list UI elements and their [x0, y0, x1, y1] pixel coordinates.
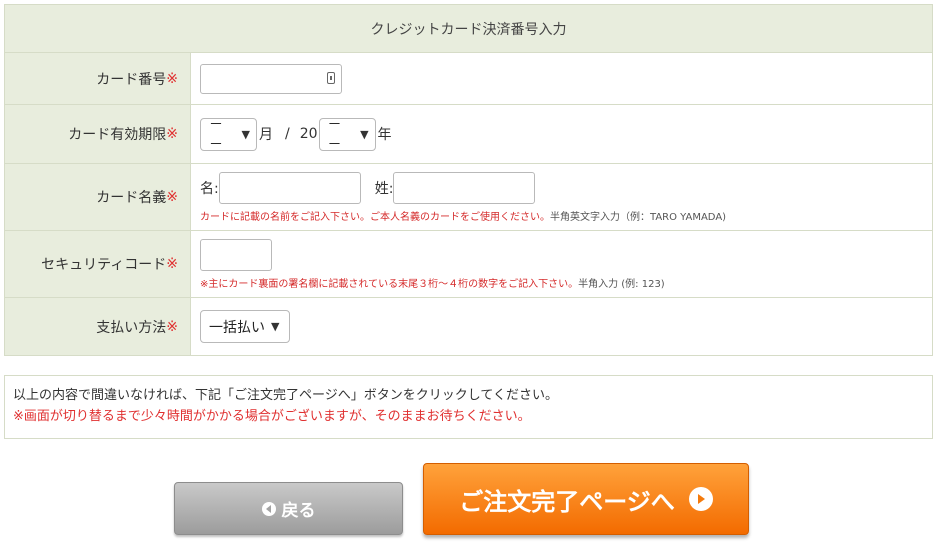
password-manager-icon[interactable]: [327, 71, 335, 84]
card-form-table: クレジットカード決済番号入力 カード番号 ※ カード有効期限 ※ －－ ▼ 月 / 2…: [4, 4, 933, 356]
required-mark: ※: [166, 126, 178, 142]
order-complete-label: ご注文完了ページへ: [459, 487, 675, 516]
chevron-left-icon: [261, 501, 276, 516]
expiry-year-value: －－: [327, 117, 342, 153]
payment-method-value: 一括払い: [209, 319, 265, 336]
card-number-label: カード番号: [96, 71, 167, 88]
card-name-note: カードに記載の名前をご記入下さい。ご本人名義のカードをご使用ください。半角英文字…: [200, 211, 727, 223]
confirmation-line: 以上の内容で間違いなければ、下記「ご注文完了ページへ」ボタンをクリックしてくださ…: [13, 388, 558, 403]
confirmation-message: 以上の内容で間違いなければ、下記「ご注文完了ページへ」ボタンをクリックしてくださ…: [4, 375, 933, 439]
row-security-code: セキュリティコード ※ ※主にカード裏面の署名欄に記載されている末尾３桁～４桁の数…: [5, 231, 932, 298]
year-prefix: 20: [299, 126, 318, 142]
security-code-input[interactable]: [200, 238, 272, 271]
card-number-input[interactable]: [200, 63, 342, 94]
expiry-separator: /: [285, 126, 290, 142]
expiry-month-value: －－: [209, 117, 223, 153]
chevron-down-icon: ▼: [271, 320, 280, 333]
chevron-down-icon: ▼: [241, 127, 250, 141]
row-expiry: カード有効期限 ※ －－ ▼ 月 / 20 －－ ▼ 年: [5, 105, 932, 164]
row-payment-method: 支払い方法 ※ 一括払い ▼: [5, 298, 932, 355]
security-code-note: ※主にカード裏面の署名欄に記載されている末尾３桁～４桁の数字をご記入下さい。半角…: [200, 278, 665, 290]
expiry-year-select[interactable]: －－ ▼: [318, 117, 376, 153]
chevron-right-icon: [688, 487, 713, 511]
last-name-input[interactable]: [393, 171, 536, 204]
row-card-number: カード番号 ※: [5, 53, 932, 105]
wait-notice: ※画面が切り替るまで少々時間がかかる場合がございますが、そのままお待ちください。: [13, 409, 531, 424]
month-unit: 月: [259, 127, 273, 143]
order-complete-button[interactable]: ご注文完了ページへ: [423, 463, 749, 535]
payment-method-label: 支払い方法: [96, 319, 167, 336]
first-name-label: 名:: [200, 180, 219, 197]
expiry-month-select[interactable]: －－ ▼: [200, 117, 257, 153]
required-mark: ※: [166, 318, 178, 335]
required-mark: ※: [166, 189, 178, 205]
required-mark: ※: [166, 70, 178, 87]
payment-method-select[interactable]: 一括払い ▼: [200, 310, 290, 343]
row-card-name: カード名義 ※ 名: 姓: カードに記載の名前をご記入下さい。ご本人名義のカードを…: [5, 164, 932, 231]
chevron-down-icon: ▼: [360, 127, 369, 141]
card-name-label: カード名義: [96, 190, 167, 206]
last-name-label: 姓:: [374, 180, 394, 197]
back-button[interactable]: 戻る: [174, 482, 403, 535]
expiry-label: カード有効期限: [68, 127, 167, 143]
first-name-input[interactable]: [218, 171, 361, 204]
required-mark: ※: [166, 256, 178, 272]
year-unit: 年: [377, 127, 392, 143]
back-button-label: 戻る: [281, 501, 316, 521]
security-code-label: セキュリティコード: [41, 257, 167, 273]
form-title: クレジットカード決済番号入力: [5, 5, 932, 53]
